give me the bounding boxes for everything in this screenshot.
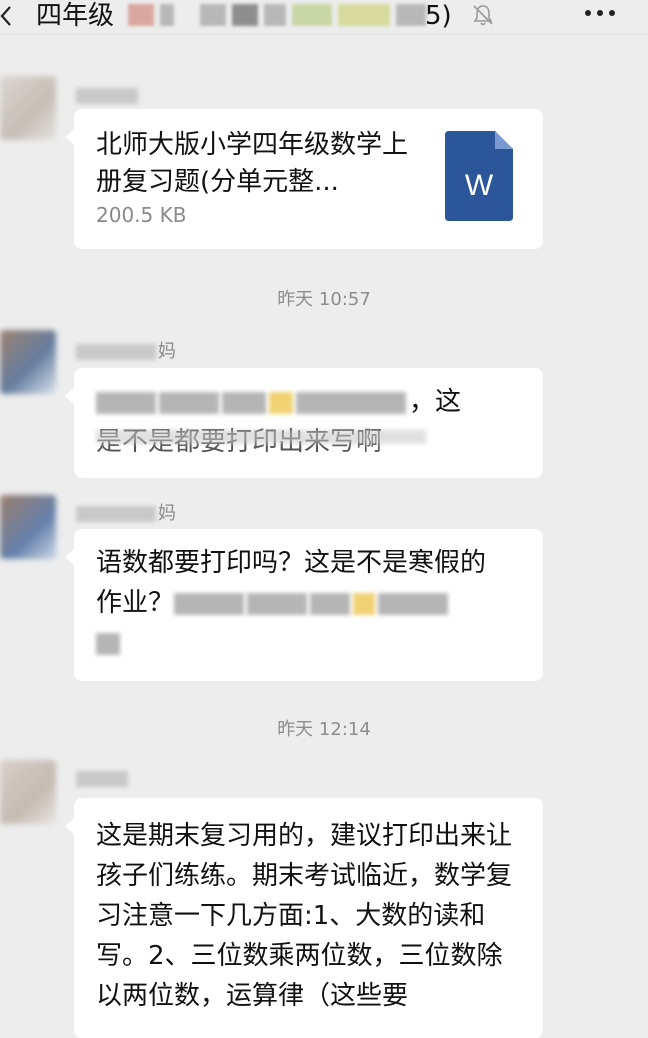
sender-name: 妈 — [76, 341, 176, 363]
back-arrow-icon[interactable] — [0, 3, 20, 29]
message-bubble[interactable]: 这是期末复习用的，建议打印出来让孩子们练练。期末考试临近，数学复习注意一下几方面… — [65, 798, 543, 1038]
sender-name — [76, 85, 140, 107]
avatar[interactable] — [0, 330, 56, 394]
message-text: 这是期末复习用的，建议打印出来让孩子们练练。期末考试临近，数学复习注意一下几方面… — [96, 821, 513, 1011]
sender-name — [76, 768, 130, 790]
chat-header: 四年级 5) — [0, 0, 648, 35]
sender-name: 妈 — [76, 503, 176, 525]
avatar[interactable] — [0, 495, 56, 559]
timestamp: 昨天 12:14 — [277, 719, 371, 740]
chat-title: 四年级 — [36, 1, 115, 31]
avatar[interactable] — [0, 760, 56, 824]
file-size: 200.5 KB — [96, 203, 187, 227]
file-name: 北师大版小学四年级数学上册复习题(分单元整... — [96, 130, 409, 197]
avatar[interactable] — [0, 76, 56, 140]
message-text: ，这 是不是都要打印出来写啊 — [96, 382, 526, 462]
mute-bell-icon — [473, 5, 493, 26]
blurred-group-name — [128, 2, 432, 28]
message-bubble[interactable]: ，这 是不是都要打印出来写啊 — [65, 368, 543, 478]
word-document-icon: W — [445, 131, 513, 221]
message-text: 语数都要打印吗？这是不是寒假的 作业？ — [96, 543, 526, 663]
timestamp: 昨天 10:57 — [277, 289, 371, 310]
chat-member-count: 5) — [425, 1, 452, 31]
more-options-icon[interactable] — [580, 6, 620, 20]
file-bubble[interactable]: 北师大版小学四年级数学上册复习题(分单元整... 200.5 KB W — [65, 109, 543, 249]
svg-text:W: W — [465, 169, 494, 202]
message-bubble[interactable]: 语数都要打印吗？这是不是寒假的 作业？ — [65, 529, 543, 681]
